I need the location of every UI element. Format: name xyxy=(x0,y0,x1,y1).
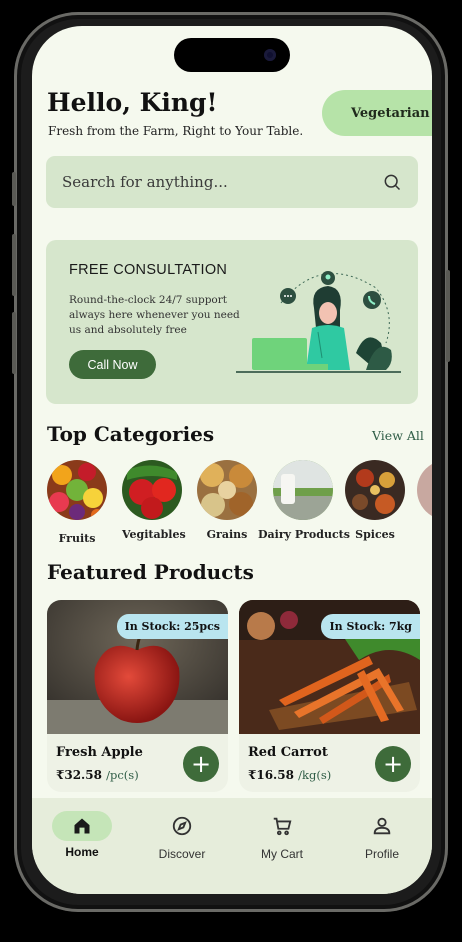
product-price: ₹32.58 /pc(s) xyxy=(56,768,139,782)
product-card-apple[interactable]: In Stock: 25pcs Fresh Apple ₹32.58 /pc(s… xyxy=(47,600,228,792)
add-to-cart-button[interactable]: + xyxy=(375,746,411,782)
category-carousel[interactable]: Fruits Vegitables Grains Dairy Products … xyxy=(46,460,432,550)
category-label: Vegitables xyxy=(122,528,186,541)
search-icon[interactable] xyxy=(382,172,402,192)
grains-image xyxy=(197,460,257,520)
home-icon xyxy=(74,818,90,834)
category-label: Spices xyxy=(355,528,395,541)
user-icon xyxy=(373,817,391,835)
category-label: Grains xyxy=(206,528,248,541)
category-grains[interactable]: Grains xyxy=(197,460,257,541)
nav-my-cart[interactable]: My Cart xyxy=(232,798,332,894)
support-agent-illustration xyxy=(236,271,401,373)
mute-switch xyxy=(12,172,16,206)
search-input[interactable] xyxy=(62,173,382,191)
spices-image xyxy=(345,460,405,520)
category-fruits[interactable]: Fruits xyxy=(47,460,107,545)
price-value: ₹16.58 xyxy=(248,768,294,782)
top-categories-heading: Top Categories xyxy=(47,422,215,446)
compass-icon xyxy=(172,816,192,836)
product-name: Red Carrot xyxy=(248,745,328,760)
cart-icon xyxy=(273,817,292,836)
stock-badge: In Stock: 7kg xyxy=(321,614,420,639)
app-screen: Hello, King! Fresh from the Farm, Right … xyxy=(32,26,432,894)
vegetables-image xyxy=(122,460,182,520)
category-more[interactable] xyxy=(417,460,432,524)
view-all-link[interactable]: View All xyxy=(372,428,424,443)
consultation-description: Round-the-clock 24/7 support always here… xyxy=(69,294,240,336)
category-dairy[interactable]: Dairy Products xyxy=(258,460,350,541)
product-price: ₹16.58 /kg(s) xyxy=(248,768,331,782)
volume-down-button xyxy=(12,312,16,374)
volume-up-button xyxy=(12,234,16,296)
consultation-title: FREE CONSULTATION xyxy=(69,262,228,278)
product-name: Fresh Apple xyxy=(56,745,143,760)
nav-profile[interactable]: Profile xyxy=(332,798,432,894)
nav-discover[interactable]: Discover xyxy=(132,798,232,894)
product-card-carrot[interactable]: In Stock: 7kg Red Carrot ₹16.58 /kg(s) + xyxy=(239,600,420,792)
nav-home[interactable]: Home xyxy=(32,798,132,894)
tagline: Fresh from the Farm, Right to Your Table… xyxy=(48,124,304,138)
plus-icon: + xyxy=(382,750,404,778)
greeting-title: Hello, King! xyxy=(47,88,218,117)
nav-label: Profile xyxy=(364,847,399,861)
vegetarian-toggle[interactable]: Vegetarian xyxy=(322,90,432,136)
plus-icon: + xyxy=(190,750,212,778)
nav-active-indicator xyxy=(52,811,112,841)
consultation-banner: FREE CONSULTATION Round-the-clock 24/7 s… xyxy=(46,240,418,404)
more-category-image xyxy=(417,460,432,520)
category-vegetables[interactable]: Vegitables xyxy=(122,460,186,541)
add-to-cart-button[interactable]: + xyxy=(183,746,219,782)
bottom-navigation: Home Discover My Cart Profile xyxy=(32,798,432,894)
featured-products-heading: Featured Products xyxy=(47,560,254,584)
search-bar[interactable] xyxy=(46,156,418,208)
fruits-image xyxy=(47,460,107,521)
dynamic-island xyxy=(174,38,290,72)
nav-label: Home xyxy=(65,845,99,859)
price-unit: /kg(s) xyxy=(298,768,332,782)
call-now-button[interactable]: Call Now xyxy=(69,350,156,379)
stock-badge: In Stock: 25pcs xyxy=(116,614,228,639)
nav-label: My Cart xyxy=(261,847,303,861)
category-spices[interactable]: Spices xyxy=(345,460,405,541)
nav-label: Discover xyxy=(158,847,206,861)
dairy-image xyxy=(273,460,333,520)
category-label: Dairy Products xyxy=(258,528,350,541)
category-label: Fruits xyxy=(58,532,96,545)
price-unit: /pc(s) xyxy=(106,768,139,782)
price-value: ₹32.58 xyxy=(56,768,102,782)
power-button xyxy=(446,270,450,362)
